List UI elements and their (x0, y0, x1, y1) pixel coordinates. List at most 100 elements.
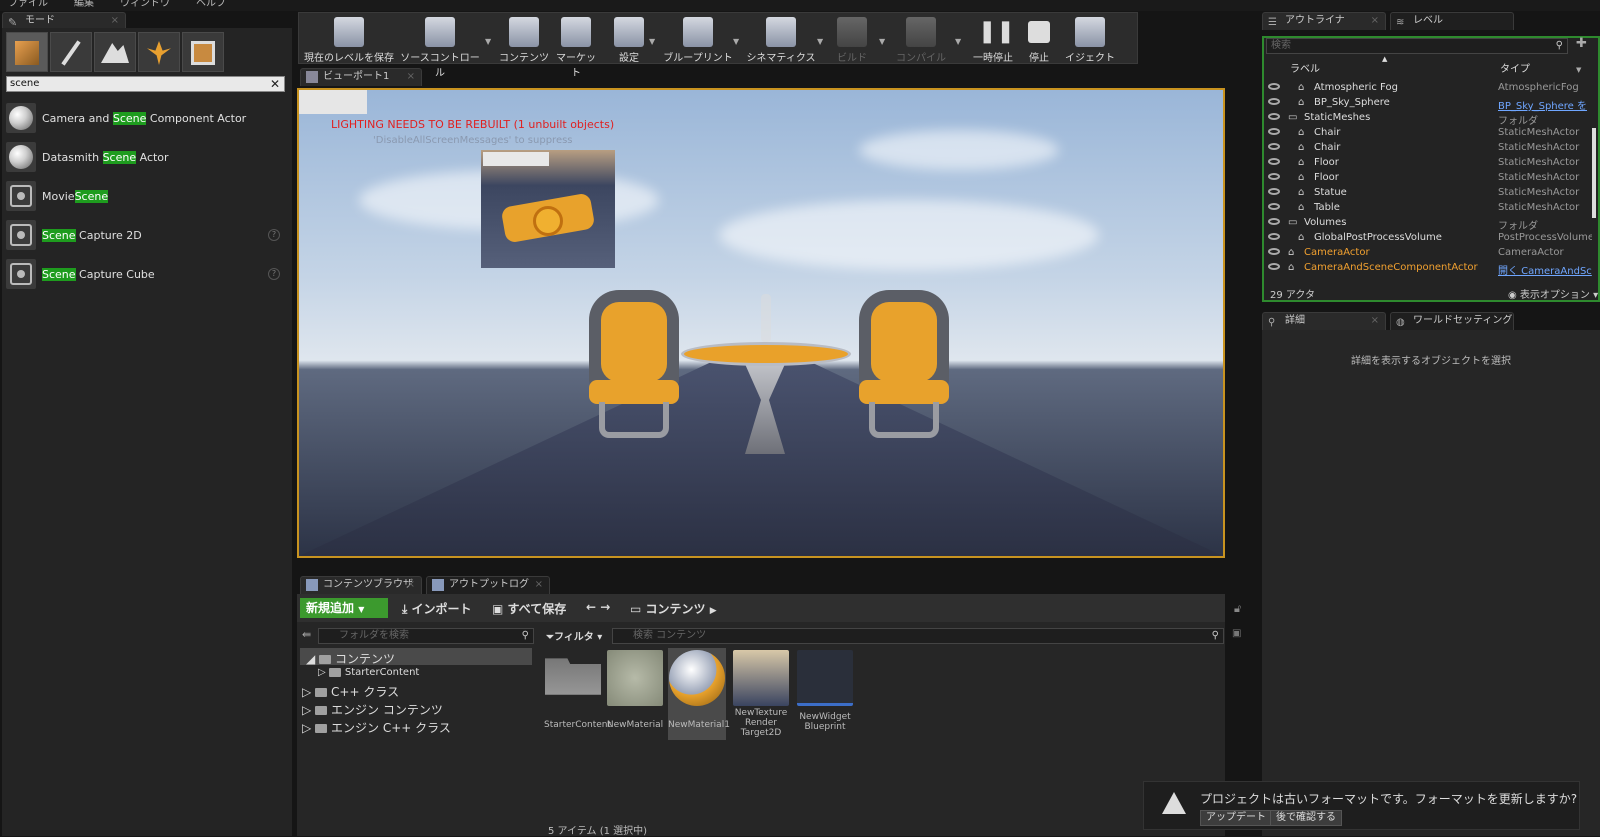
tree-item-content[interactable]: ◢ コンテンツ (306, 650, 395, 667)
sources-toggle-icon[interactable]: ⇚ (302, 628, 311, 641)
stop-button[interactable]: 停止 (1021, 13, 1057, 64)
paint-mode-button[interactable] (50, 32, 92, 72)
actor-item[interactable]: Scene Capture Cube ? (6, 256, 286, 292)
tree-item-engine[interactable]: ▷ エンジン コンテンツ (302, 701, 443, 718)
tab-content-browser[interactable]: コンテンツブラウザ × (300, 576, 422, 594)
eye-icon[interactable] (1268, 128, 1280, 135)
cinematics-button[interactable]: シネマティクス (745, 13, 817, 64)
close-icon[interactable]: × (407, 577, 415, 593)
eye-icon[interactable] (1268, 203, 1280, 210)
outliner-search-input[interactable]: 検索 ⚲ (1266, 38, 1568, 54)
eye-icon[interactable] (1268, 158, 1280, 165)
save-search-icon[interactable]: ▣ (1232, 628, 1241, 639)
add-new-button[interactable]: 新規追加 ▼ (300, 598, 388, 618)
history-nav[interactable]: ← → (586, 600, 610, 614)
foliage-mode-button[interactable] (138, 32, 180, 72)
marketplace-button[interactable]: マーケット (553, 13, 599, 79)
path-breadcrumb[interactable]: ▭ コンテンツ ▶ (630, 600, 717, 617)
build-button[interactable]: ビルド (829, 13, 875, 64)
eye-icon[interactable] (1268, 173, 1280, 180)
outliner-scrollbar[interactable] (1592, 128, 1596, 218)
add-actor-icon[interactable]: ✚ (1576, 36, 1587, 51)
tab-output-log[interactable]: アウトプットログ × (426, 576, 550, 594)
chevron-down-icon[interactable]: ▼ (955, 37, 961, 46)
blueprint-button[interactable]: ブループリント (663, 13, 733, 64)
close-icon[interactable]: × (535, 577, 543, 593)
outliner-row[interactable]: ⌂ Table StaticMeshActor (1266, 201, 1596, 216)
update-button[interactable]: アップデート (1200, 810, 1272, 826)
asset-tile-selected[interactable]: NewMaterial1 (668, 648, 730, 740)
eye-icon[interactable] (1268, 188, 1280, 195)
eye-icon[interactable] (1268, 113, 1280, 120)
chevron-down-icon[interactable]: ▼ (649, 37, 655, 46)
chevron-down-icon[interactable]: ▼ (485, 37, 491, 46)
geometry-mode-button[interactable] (182, 32, 224, 72)
filter-button[interactable]: ⏷フィルタ ▾ (546, 628, 602, 643)
chevron-down-icon[interactable]: ▼ (733, 37, 739, 46)
outliner-row[interactable]: ⌂ Floor StaticMeshActor (1266, 171, 1596, 186)
later-button[interactable]: 後で確認する (1270, 810, 1342, 826)
actor-item[interactable]: Camera and Scene Component Actor (6, 100, 286, 136)
eye-icon[interactable] (1268, 218, 1280, 225)
tree-item-cpp[interactable]: ▷ C++ クラス (302, 683, 399, 700)
outliner-row[interactable]: ⌂ BP_Sky_Sphere BP_Sky_Sphere を (1266, 96, 1596, 112)
content-button[interactable]: コンテンツ (499, 13, 549, 64)
level-viewport[interactable]: LIGHTING NEEDS TO BE REBUILT (1 unbuilt … (297, 88, 1225, 558)
import-button[interactable]: ⤓ インポート (402, 600, 472, 617)
outliner-row[interactable]: ▭ Volumes フォルダ (1266, 216, 1596, 232)
eye-icon[interactable] (1268, 83, 1280, 90)
outliner-row[interactable]: ⌂ Statue StaticMeshActor (1266, 186, 1596, 201)
save-all-button[interactable]: ▣ すべて保存 (492, 600, 566, 617)
modes-search-input[interactable]: scene ✕ (6, 76, 285, 92)
folder-search-input[interactable]: フォルダを検索 ⚲ (318, 628, 534, 644)
tab-viewport[interactable]: ビューポート1 × (300, 68, 422, 86)
outliner-row[interactable]: ⌂ GlobalPostProcessVolume PostProcessVolum… (1266, 231, 1596, 246)
view-options-button[interactable]: ◉ 表示オプション ▾ (1508, 286, 1598, 301)
close-icon[interactable]: × (111, 13, 119, 29)
outliner-row[interactable]: ⌂ CameraAndSceneComponentActor 開く CameraAn… (1266, 261, 1596, 277)
compile-button[interactable]: コンパイル (893, 13, 949, 64)
menu-help[interactable]: ヘルプ (196, 0, 226, 11)
tab-levels[interactable]: ≋ レベル (1390, 12, 1514, 30)
column-type[interactable]: タイプ (1500, 60, 1530, 75)
settings-button[interactable]: 設定 (609, 13, 649, 64)
close-icon[interactable]: × (1371, 313, 1379, 329)
asset-tile[interactable]: NewWidget Blueprint (796, 650, 854, 732)
outliner-row-type[interactable]: 開く CameraAndSc (1498, 262, 1592, 277)
chevron-right-icon[interactable]: ▶ (710, 606, 717, 616)
outliner-row[interactable]: ⌂ Chair StaticMeshActor (1266, 126, 1596, 141)
tab-outliner[interactable]: ☰ アウトライナ × (1262, 12, 1386, 30)
column-label[interactable]: ラベル (1290, 60, 1320, 75)
outliner-row[interactable]: ⌂ CameraActor CameraActor (1266, 246, 1596, 261)
tab-world-settings[interactable]: ◍ ワールドセッティング (1390, 312, 1514, 330)
forward-arrow-icon[interactable]: → (600, 600, 610, 614)
chevron-down-icon[interactable]: ▼ (879, 37, 885, 46)
lock-icon[interactable]: 🔓︎ (1234, 602, 1241, 616)
save-level-button[interactable]: 現在のレベルを保存 (303, 13, 395, 64)
close-icon[interactable]: × (407, 69, 415, 85)
outliner-row[interactable]: ⌂ Floor StaticMeshActor (1266, 156, 1596, 171)
place-mode-button[interactable] (6, 32, 48, 72)
asset-tile[interactable]: NewMaterial (606, 650, 664, 730)
eye-icon[interactable] (1268, 143, 1280, 150)
content-search-input[interactable]: 検索 コンテンツ ⚲ (612, 628, 1224, 644)
chevron-down-icon[interactable]: ▼ (1576, 66, 1581, 74)
help-icon[interactable]: ? (268, 229, 280, 241)
outliner-row[interactable]: ⌂ Chair StaticMeshActor (1266, 141, 1596, 156)
outliner-row[interactable]: ▭ StaticMeshes フォルダ (1266, 111, 1596, 127)
eject-button[interactable]: イジェクト (1065, 13, 1115, 64)
eye-icon[interactable] (1268, 233, 1280, 240)
menu-window[interactable]: ウィンドウ (120, 0, 170, 11)
eye-icon[interactable] (1268, 98, 1280, 105)
outliner-row-type[interactable]: BP_Sky_Sphere を (1498, 97, 1592, 112)
clear-icon[interactable]: ✕ (270, 77, 280, 91)
pause-button[interactable]: ❚❚ 一時停止 (969, 13, 1017, 64)
asset-tile[interactable]: StarterContent (544, 650, 611, 730)
back-arrow-icon[interactable]: ← (586, 600, 600, 614)
close-icon[interactable]: × (1371, 13, 1379, 29)
actor-item[interactable]: Scene Capture 2D ? (6, 217, 286, 253)
menu-file[interactable]: ファイル (8, 0, 48, 11)
help-icon[interactable]: ? (268, 268, 280, 280)
asset-tile[interactable]: NewTexture Render Target2D (732, 650, 790, 738)
tree-item-engine-cpp[interactable]: ▷ エンジン C++ クラス (302, 719, 451, 736)
